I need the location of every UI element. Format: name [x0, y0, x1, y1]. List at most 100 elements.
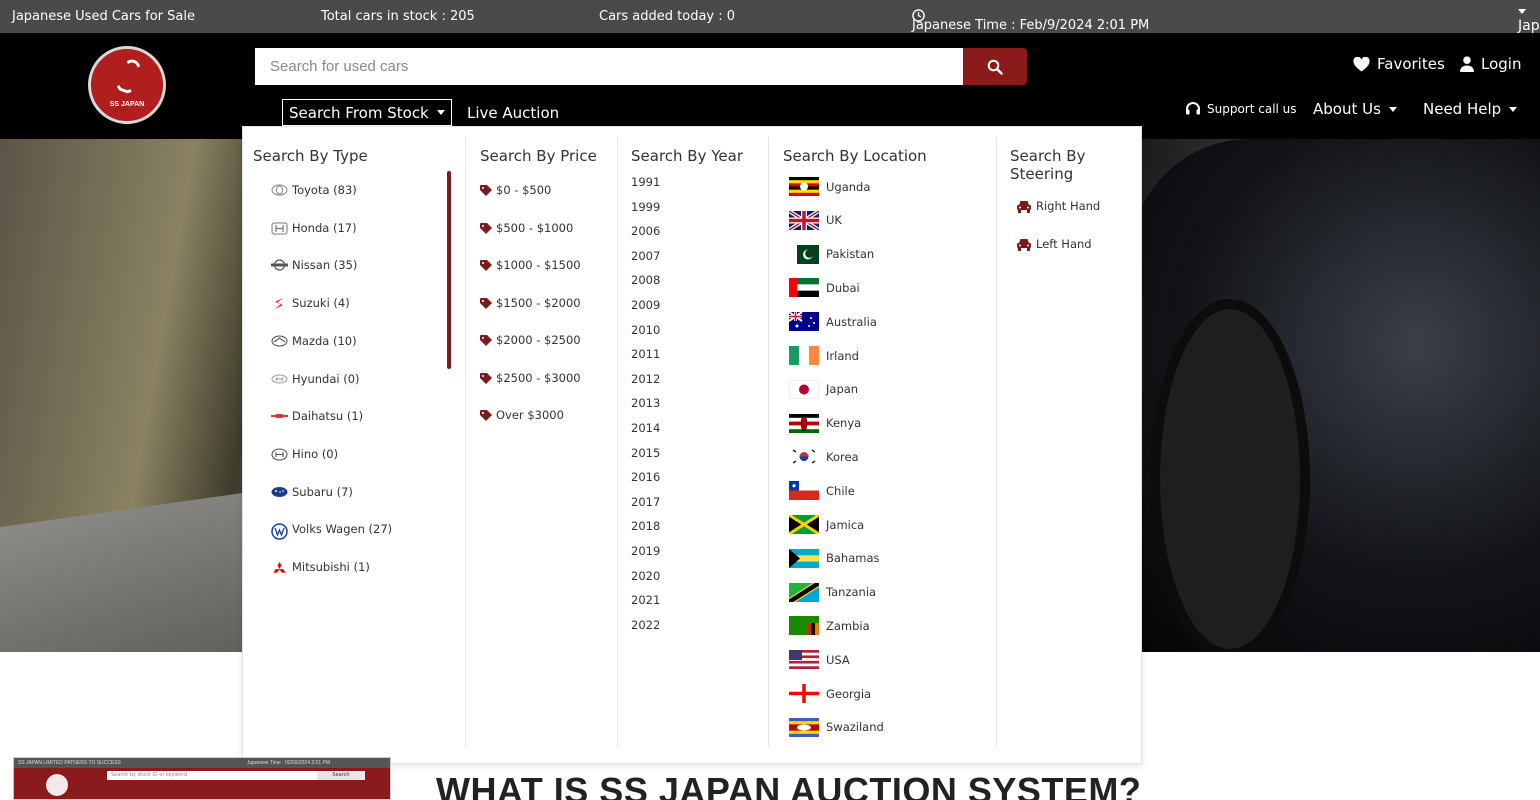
live-auction-link[interactable]: Live Auction [467, 104, 559, 122]
location-item[interactable]: Tanzania [789, 582, 876, 602]
price-item[interactable]: $500 - $1000 [480, 221, 573, 235]
thumb-time-text: Japanese Time : 02/09/2024 2:01 PM [246, 760, 330, 766]
pakistan-flag-icon [789, 244, 819, 264]
type-item[interactable]: Mitsubishi (1) [271, 560, 370, 574]
about-us-dropdown[interactable]: About Us [1313, 100, 1397, 118]
type-item[interactable]: Honda (17) [271, 221, 357, 235]
mitsubishi-logo-icon [271, 561, 288, 573]
honda-logo-icon [271, 222, 288, 235]
toyota-logo-icon [271, 184, 288, 196]
year-item[interactable]: 2018 [631, 519, 660, 533]
search-from-stock-mega-menu: Search By Type Toyota (83) Honda (17) Niss… [242, 126, 1142, 764]
car-icon [1016, 238, 1033, 251]
zambia-flag-icon [789, 616, 819, 636]
year-item[interactable]: 2013 [631, 396, 660, 410]
year-item[interactable]: 2011 [631, 347, 660, 361]
year-item[interactable]: 2020 [631, 569, 660, 583]
location-item[interactable]: Japan [789, 379, 859, 399]
location-item[interactable]: Jamica [789, 515, 864, 534]
year-item[interactable]: 1991 [631, 175, 660, 189]
type-item[interactable]: Toyota (83) [271, 183, 357, 197]
type-item[interactable]: Nissan (35) [271, 258, 357, 272]
support-link[interactable]: Support call us [1185, 101, 1297, 117]
year-item[interactable]: 2019 [631, 544, 660, 558]
search-by-type-title: Search By Type [253, 147, 368, 165]
price-item[interactable]: $2000 - $2500 [480, 333, 581, 347]
location-item[interactable]: Chile [789, 481, 855, 501]
year-item[interactable]: 2016 [631, 470, 660, 484]
type-item[interactable]: Daihatsu (1) [271, 409, 363, 423]
search-from-stock-dropdown[interactable]: Search From Stock [282, 99, 452, 126]
year-item[interactable]: 2017 [631, 495, 660, 509]
location-item[interactable]: Irland [789, 346, 859, 365]
ss-japan-logo[interactable]: SS JAPAN [88, 46, 166, 124]
price-tag-icon [480, 371, 492, 384]
year-item[interactable]: 2022 [631, 618, 660, 632]
thumb-logo [46, 774, 68, 796]
price-item[interactable]: Over $3000 [480, 408, 564, 422]
type-item-label: Toyota (83) [292, 183, 357, 197]
price-item-label: $500 - $1000 [496, 220, 574, 235]
location-item[interactable]: Uganda [789, 177, 870, 196]
search-button[interactable] [963, 48, 1027, 85]
steering-item[interactable]: Left Hand [1016, 237, 1092, 251]
price-item-label: $1000 - $1500 [496, 258, 581, 272]
search-input[interactable] [255, 48, 963, 85]
thumb-search-button: Search [317, 771, 365, 780]
year-item[interactable]: 2006 [631, 224, 660, 238]
year-item[interactable]: 1999 [631, 200, 660, 214]
year-item[interactable]: 2012 [631, 372, 660, 386]
swaziland-flag-icon [789, 717, 819, 737]
price-item-label: Over $3000 [496, 408, 564, 422]
usa-flag-icon [789, 650, 819, 670]
location-item[interactable]: Dubai [789, 278, 860, 298]
location-item[interactable]: Bahamas [789, 548, 880, 568]
steering-item[interactable]: Right Hand [1016, 199, 1100, 213]
location-item[interactable]: Australia [789, 312, 877, 332]
price-item-label: $1500 - $2000 [496, 295, 581, 310]
mazda-logo-icon [271, 335, 288, 347]
type-list-scrollbar[interactable] [447, 171, 451, 369]
daihatsu-logo-icon [271, 410, 288, 422]
price-item[interactable]: $1500 - $2000 [480, 296, 581, 310]
steering-item-label: Left Hand [1036, 236, 1092, 251]
type-item-label: Mazda (10) [292, 333, 357, 348]
location-item[interactable]: Kenya [789, 413, 861, 433]
need-help-label: Need Help [1423, 100, 1502, 118]
thumb-topbar: SS JAPAN LIMITED PATNERS TO SUCCESS Japa… [14, 758, 390, 768]
year-item[interactable]: 2021 [631, 593, 660, 607]
price-item[interactable]: $0 - $500 [480, 183, 551, 197]
need-help-dropdown[interactable]: Need Help [1423, 100, 1518, 118]
year-item[interactable]: 2010 [631, 323, 660, 337]
login-link[interactable]: Login [1460, 55, 1521, 73]
type-item[interactable]: Mazda (10) [271, 334, 357, 348]
country-dropdown[interactable]: Japan [1518, 9, 1540, 34]
type-item-label: Honda (17) [292, 220, 357, 235]
year-item[interactable]: 2014 [631, 421, 660, 435]
location-item[interactable]: USA [789, 650, 850, 670]
georgia-flag-icon [789, 684, 819, 703]
location-item[interactable]: Swaziland [789, 717, 884, 737]
year-item[interactable]: 2015 [631, 446, 660, 460]
location-item[interactable]: Georgia [789, 684, 871, 703]
year-item[interactable]: 2008 [631, 273, 660, 287]
year-item[interactable]: 2007 [631, 249, 660, 263]
location-item[interactable]: Zambia [789, 616, 870, 636]
logo-text: SS JAPAN [109, 101, 145, 108]
location-item-label: Uganda [826, 179, 871, 194]
type-item-label: Volks Wagen (27) [292, 522, 393, 537]
type-item[interactable]: Hyundai (0) [271, 372, 360, 386]
type-item[interactable]: Volks Wagen (27) [271, 522, 393, 541]
location-item-label: Japan [826, 382, 859, 397]
location-item[interactable]: Pakistan [789, 244, 874, 264]
type-item-label: Nissan (35) [292, 258, 358, 273]
location-item[interactable]: UK [789, 210, 842, 230]
price-item[interactable]: $2500 - $3000 [480, 371, 581, 385]
type-item[interactable]: Suzuki (4) [271, 296, 350, 310]
type-item[interactable]: Subaru (7) [271, 485, 353, 499]
year-item[interactable]: 2009 [631, 298, 660, 312]
location-item[interactable]: Korea [789, 447, 859, 467]
favorites-link[interactable]: Favorites [1353, 55, 1445, 73]
price-item[interactable]: $1000 - $1500 [480, 258, 581, 272]
type-item[interactable]: Hino (0) [271, 447, 338, 461]
